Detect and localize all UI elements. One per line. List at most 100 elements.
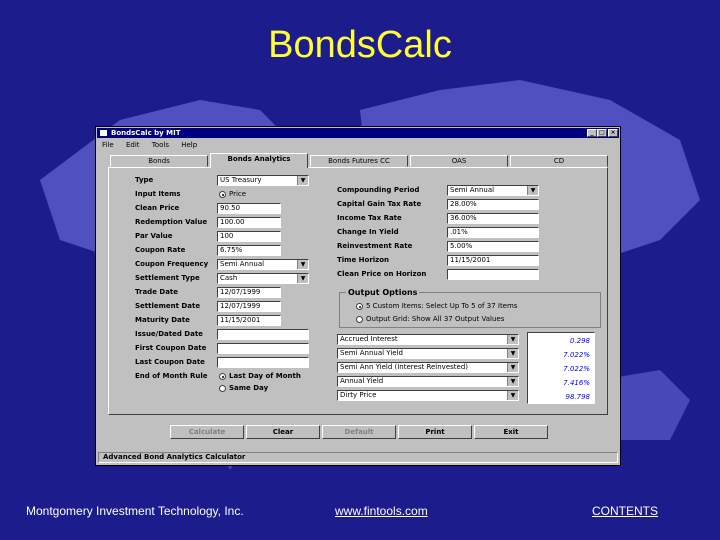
last-coupon-date-label: Last Coupon Date: [135, 358, 205, 366]
menu-help[interactable]: Help: [181, 141, 197, 149]
last-coupon-date-input[interactable]: [217, 357, 309, 368]
clear-button[interactable]: Clear: [246, 425, 320, 439]
chevron-down-icon: ▼: [507, 377, 518, 386]
type-label: Type: [135, 176, 154, 184]
tab-bonds[interactable]: Bonds: [110, 155, 208, 167]
result-item-select-5[interactable]: Dirty Price ▼: [337, 390, 519, 401]
window-title: BondsCalc by MIT: [111, 129, 181, 137]
par-value-input[interactable]: 100: [217, 231, 281, 242]
status-bar: Advanced Bond Analytics Calculator: [98, 452, 618, 463]
results-value-box: 0.298 7.022% 7.022% 7.416% 98.798: [527, 332, 595, 404]
chevron-down-icon: ▼: [297, 274, 308, 283]
type-value: US Treasury: [220, 176, 262, 184]
chevron-down-icon: ▼: [507, 391, 518, 400]
time-horizon-input[interactable]: 11/15/2001: [447, 255, 539, 266]
type-select[interactable]: US Treasury ▼: [217, 175, 309, 186]
slide-title: BondsCalc: [268, 24, 452, 66]
trade-date-input[interactable]: 12/07/1999: [217, 287, 281, 298]
compounding-period-value: Semi Annual: [450, 186, 495, 194]
redemption-value-label: Redemption Value: [135, 218, 208, 226]
change-in-yield-label: Change In Yield: [337, 228, 399, 236]
result-value-5: 98.798: [565, 393, 591, 401]
tab-cd[interactable]: CD: [510, 155, 608, 167]
settlement-type-select[interactable]: Cash ▼: [217, 273, 309, 284]
chevron-down-icon: ▼: [297, 176, 308, 185]
menu-tools[interactable]: Tools: [152, 141, 169, 149]
issue-dated-date-input[interactable]: [217, 329, 309, 340]
coupon-rate-input[interactable]: 6.75%: [217, 245, 281, 256]
maximize-button[interactable]: □: [597, 129, 607, 137]
chevron-down-icon: ▼: [297, 260, 308, 269]
coupon-frequency-select[interactable]: Semi Annual ▼: [217, 259, 309, 270]
chevron-down-icon: ▼: [507, 363, 518, 372]
clean-price-input[interactable]: 90.50: [217, 203, 281, 214]
last-day-of-month-label: Last Day of Month: [229, 372, 301, 380]
result-item-5: Dirty Price: [340, 391, 377, 399]
chevron-down-icon: ▼: [507, 335, 518, 344]
maturity-date-input[interactable]: 11/15/2001: [217, 315, 281, 326]
chevron-down-icon: ▼: [527, 186, 538, 195]
chevron-down-icon: ▼: [507, 349, 518, 358]
trade-date-label: Trade Date: [135, 288, 179, 296]
tab-bonds-futures-cc[interactable]: Bonds Futures CC: [310, 155, 408, 167]
print-button[interactable]: Print: [398, 425, 472, 439]
issue-dated-date-label: Issue/Dated Date: [135, 330, 203, 338]
maturity-date-label: Maturity Date: [135, 316, 190, 324]
first-coupon-date-input[interactable]: [217, 343, 309, 354]
same-day-radio[interactable]: [219, 385, 226, 392]
settlement-type-label: Settlement Type: [135, 274, 200, 282]
company-name: Montgomery Investment Technology, Inc.: [26, 504, 244, 518]
clean-price-on-horizon-input[interactable]: [447, 269, 539, 280]
exit-button[interactable]: Exit: [474, 425, 548, 439]
first-coupon-date-label: First Coupon Date: [135, 344, 207, 352]
settlement-date-input[interactable]: 12/07/1999: [217, 301, 281, 312]
compounding-period-label: Compounding Period: [337, 186, 420, 194]
website-link[interactable]: www.fintools.com: [335, 504, 428, 518]
end-of-month-rule-label: End of Month Rule: [135, 372, 208, 380]
par-value-label: Par Value: [135, 232, 173, 240]
redemption-value-input[interactable]: 100.00: [217, 217, 281, 228]
result-item-select-4[interactable]: Annual Yield ▼: [337, 376, 519, 387]
input-items-radio[interactable]: [219, 191, 226, 198]
capital-gain-tax-rate-input[interactable]: 28.00%: [447, 199, 539, 210]
reinvestment-rate-input[interactable]: 5.00%: [447, 241, 539, 252]
income-tax-rate-input[interactable]: 36.00%: [447, 213, 539, 224]
input-items-label: Input Items: [135, 190, 181, 198]
result-item-select-2[interactable]: Semi Annual Yield ▼: [337, 348, 519, 359]
result-item-2: Semi Annual Yield: [340, 349, 403, 357]
result-value-3: 7.022%: [563, 365, 590, 373]
same-day-label: Same Day: [229, 384, 269, 392]
menu-bar: File Edit Tools Help: [102, 141, 207, 150]
change-in-yield-input[interactable]: .01%: [447, 227, 539, 238]
menu-edit[interactable]: Edit: [126, 141, 140, 149]
output-grid-radio[interactable]: [356, 316, 363, 323]
output-options-label: Output Options: [346, 288, 420, 297]
result-item-select-1[interactable]: Accrued Interest ▼: [337, 334, 519, 345]
tab-oas[interactable]: OAS: [410, 155, 508, 167]
close-button[interactable]: ×: [608, 129, 618, 137]
income-tax-rate-label: Income Tax Rate: [337, 214, 402, 222]
result-item-4: Annual Yield: [340, 377, 384, 385]
settlement-date-label: Settlement Date: [135, 302, 201, 310]
result-item-3: Semi Ann Yield (Interest Reinvested): [340, 363, 469, 371]
reinvestment-rate-label: Reinvestment Rate: [337, 242, 413, 250]
capital-gain-tax-rate-label: Capital Gain Tax Rate: [337, 200, 422, 208]
coupon-frequency-value: Semi Annual: [220, 260, 265, 268]
calculate-button[interactable]: Calculate: [170, 425, 244, 439]
menu-file[interactable]: File: [102, 141, 114, 149]
contents-link[interactable]: CONTENTS: [592, 504, 658, 518]
result-item-select-3[interactable]: Semi Ann Yield (Interest Reinvested) ▼: [337, 362, 519, 373]
compounding-period-select[interactable]: Semi Annual ▼: [447, 185, 539, 196]
minimize-button[interactable]: _: [587, 129, 597, 137]
output-options-group: Output Options 5 Custom Items: Select Up…: [339, 288, 601, 328]
clean-price-label: Clean Price: [135, 204, 180, 212]
result-value-1: 0.298: [569, 337, 590, 345]
clean-price-on-horizon-label: Clean Price on Horizon: [337, 270, 427, 278]
last-day-of-month-radio[interactable]: [219, 373, 226, 380]
result-value-4: 7.416%: [563, 379, 590, 387]
coupon-frequency-label: Coupon Frequency: [135, 260, 209, 268]
default-button[interactable]: Default: [322, 425, 396, 439]
custom-items-radio[interactable]: [356, 303, 363, 310]
tab-bonds-analytics[interactable]: Bonds Analytics: [210, 153, 308, 168]
time-horizon-label: Time Horizon: [337, 256, 390, 264]
